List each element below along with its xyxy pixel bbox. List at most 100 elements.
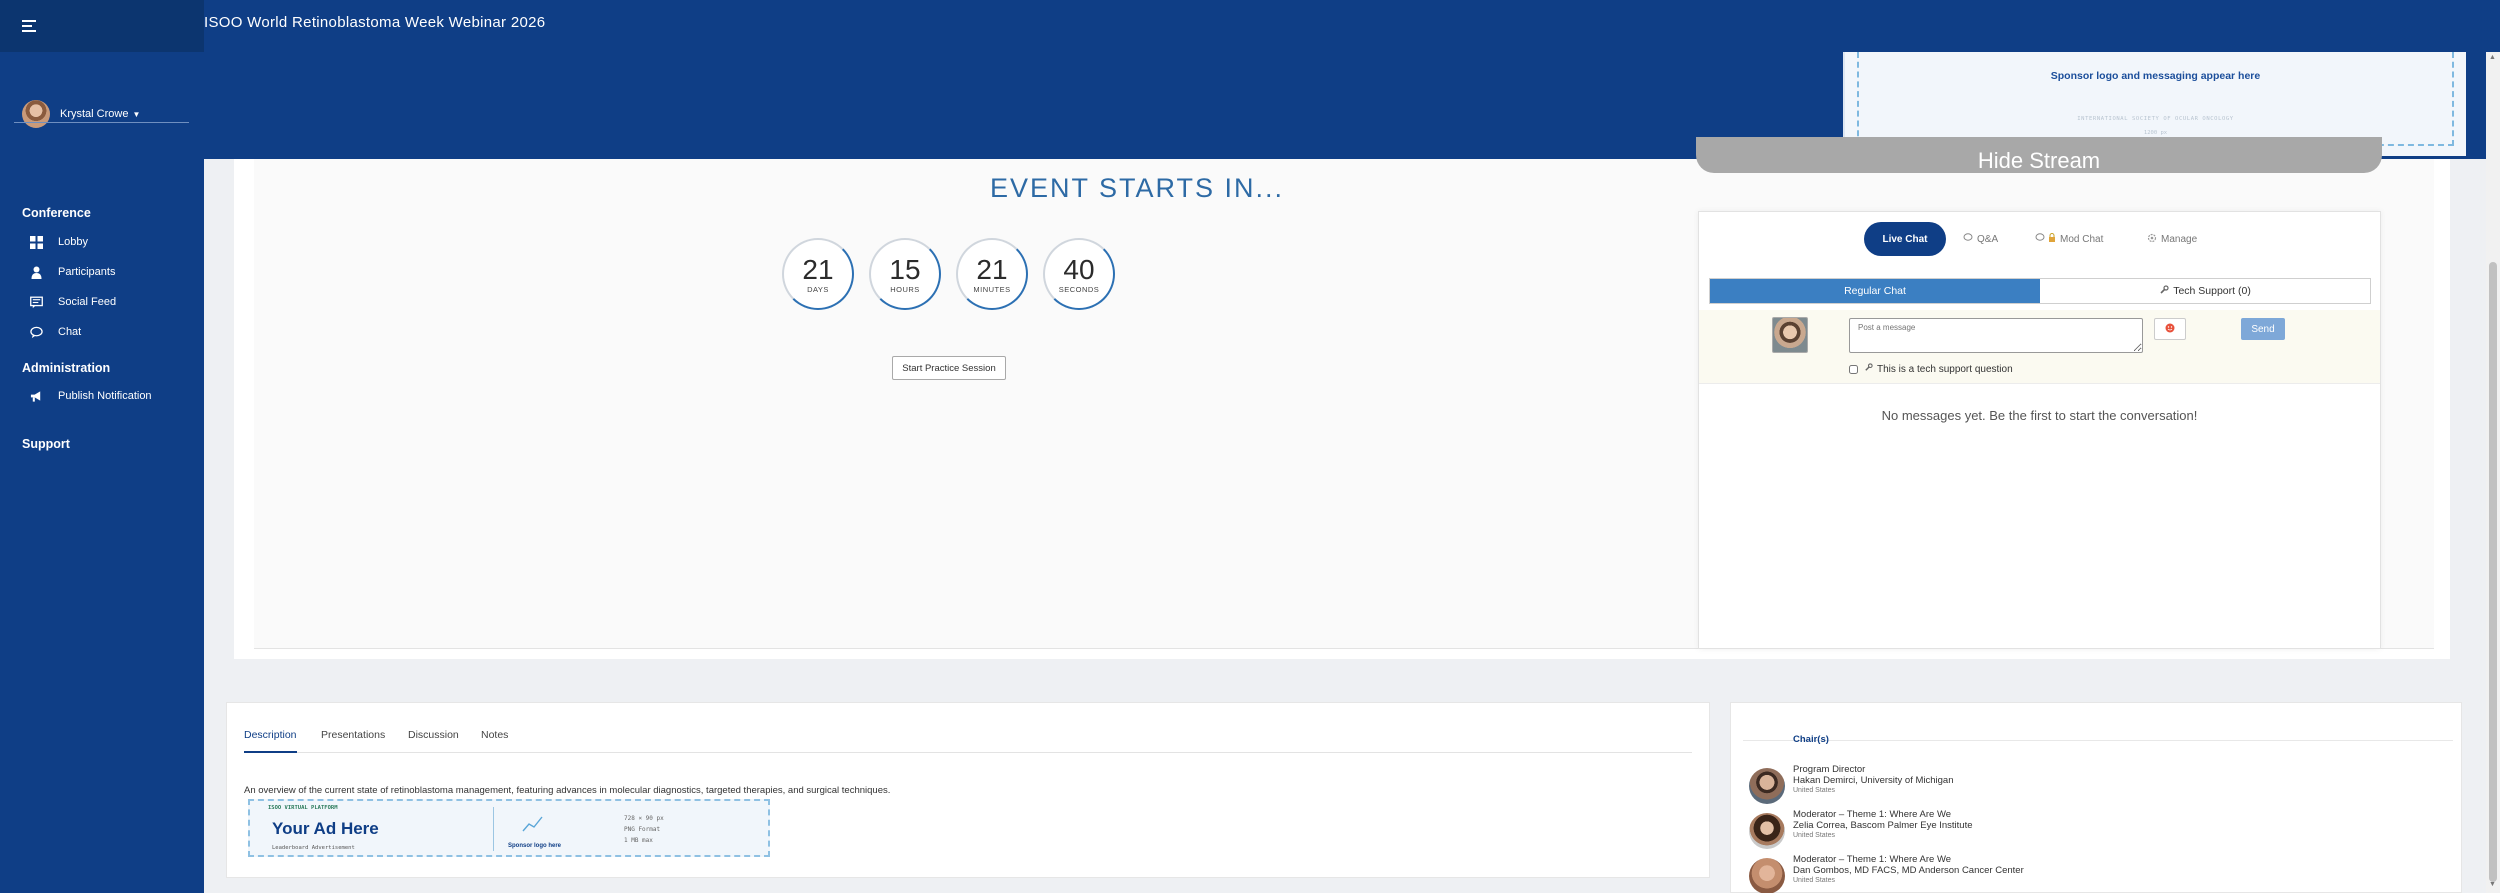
tech-support-checkbox[interactable] [1849, 364, 1858, 374]
sidebar-section-support[interactable]: Support [0, 437, 204, 451]
countdown-seconds-value: 40 [1063, 253, 1095, 285]
chat-tabs: Live Chat Q&A Mod Chat Manage [1699, 222, 2380, 256]
sidebar-item-label: Social Feed [58, 296, 117, 308]
countdown-hours-label: HOURS [890, 284, 920, 294]
sidebar-header [0, 0, 204, 52]
chevron-down-icon: ▼ [132, 109, 141, 119]
ad-sponsor-text: Sponsor logo here [508, 843, 562, 849]
ad-spec-size: 728 × 90 px [624, 815, 664, 822]
subtab-tech-support[interactable]: Tech Support (0) [2040, 279, 2370, 303]
countdown-minutes-value: 21 [976, 253, 1008, 285]
chart-icon [522, 815, 544, 838]
megaphone-icon [30, 390, 43, 403]
top-bar: ISOO World Retinoblastoma Week Webinar 2… [204, 0, 2500, 159]
session-tabs: Description Presentations Discussion Not… [244, 729, 1692, 753]
chairs-divider [1743, 740, 2453, 741]
sidebar-section-conference: Conference [22, 206, 91, 220]
person-icon [30, 266, 43, 279]
tab-discussion[interactable]: Discussion [408, 729, 459, 753]
tab-mod-chat-label: Mod Chat [2060, 233, 2104, 245]
stage: EVENT STARTS IN... 21 DAYS 15 HOURS 21 M… [234, 137, 2450, 659]
chat-subtabs: Regular Chat Tech Support (0) [1709, 278, 2371, 304]
chairs-header: Chair(s) [1793, 734, 1829, 745]
countdown-minutes-label: MINUTES [973, 284, 1011, 294]
sidebar-item-chat[interactable]: Chat [0, 317, 204, 347]
sidebar: Krystal Crowe ▼ Conference Lobby Partici… [0, 0, 204, 893]
sponsor-banner-size: 1200 px [2143, 130, 2168, 136]
sponsor-placeholder: Sponsor logo and messaging appear here I… [1857, 52, 2454, 146]
tab-mod-chat[interactable]: Mod Chat [2035, 222, 2103, 256]
grid-icon [30, 235, 43, 249]
tech-support-question-label: This is a tech support question [1877, 363, 2013, 375]
ad-divider [493, 807, 494, 851]
chair-avatar [1749, 768, 1785, 804]
scroll-up-arrow-icon[interactable]: ▲ [2489, 54, 2496, 61]
countdown-seconds-label: SECONDS [1058, 284, 1100, 294]
user-avatar [22, 100, 50, 128]
hide-stream-button[interactable]: Hide Stream [1696, 137, 2382, 173]
sponsor-banner-sub: INTERNATIONAL SOCIETY OF OCULAR ONCOLOGY [2077, 116, 2234, 122]
chair-role: Moderator – Theme 1: Where Are We [1793, 854, 1952, 865]
emoji-button[interactable] [2154, 318, 2186, 340]
chat-bubble-icon [30, 326, 43, 339]
tab-manage[interactable]: Manage [2147, 222, 2197, 256]
sidebar-item-publish-notification[interactable]: Publish Notification [0, 381, 204, 411]
tab-qa[interactable]: Q&A [1963, 222, 1998, 256]
session-details-card: Description Presentations Discussion Not… [226, 702, 1710, 878]
chair-item[interactable]: Moderator – Theme 1: Where Are We Dan Go… [1749, 854, 2449, 893]
tab-presentations[interactable]: Presentations [321, 729, 385, 753]
countdown-title: EVENT STARTS IN... [989, 173, 1285, 203]
chair-avatar [1749, 858, 1785, 893]
lock-icon [2048, 233, 2056, 245]
user-menu[interactable]: Krystal Crowe ▼ [0, 52, 204, 154]
sidebar-item-participants[interactable]: Participants [0, 257, 204, 287]
chair-role: Program Director [1793, 764, 1866, 775]
ad-subtitle: Leaderboard Advertisement [272, 845, 355, 851]
tab-manage-label: Manage [2161, 233, 2198, 245]
stage-inner: EVENT STARTS IN... 21 DAYS 15 HOURS 21 M… [254, 137, 2434, 649]
chair-item[interactable]: Moderator – Theme 1: Where Are We Zelia … [1749, 809, 2449, 849]
chat-panel: Live Chat Q&A Mod Chat Manage Regular Ch… [1698, 211, 2381, 649]
chair-country: United States [1793, 787, 1836, 794]
tech-support-question-toggle[interactable]: This is a tech support question [1849, 363, 2013, 375]
subtab-tech-support-label: Tech Support (0) [2173, 285, 2251, 297]
gear-icon [2147, 233, 2157, 246]
countdown-hours-value: 15 [889, 253, 921, 285]
tab-qa-label: Q&A [1977, 233, 1999, 245]
wrench-icon [1864, 363, 1873, 375]
tab-live-chat[interactable]: Live Chat [1864, 222, 1946, 256]
chat-compose: Send This is a tech support question [1699, 310, 2380, 384]
start-practice-session-button[interactable]: Start Practice Session [892, 356, 1006, 380]
wrench-icon [2159, 284, 2169, 298]
subtab-regular-chat[interactable]: Regular Chat [1710, 279, 2040, 303]
hamburger-menu-icon[interactable] [22, 20, 36, 32]
ad-headline: Your Ad Here [272, 819, 379, 838]
sidebar-item-lobby[interactable]: Lobby [0, 227, 204, 257]
send-button[interactable]: Send [2241, 318, 2285, 340]
session-description: An overview of the current state of reti… [244, 785, 891, 796]
ad-spec-max: 1 MB max [624, 837, 653, 844]
sidebar-item-label: Chat [58, 326, 82, 338]
chair-item[interactable]: Program Director Hakan Demirci, Universi… [1749, 764, 2449, 804]
countdown-minutes: 21 MINUTES [956, 238, 1028, 310]
chat-message-input[interactable] [1849, 318, 2143, 353]
user-divider [14, 122, 189, 123]
sidebar-item-social-feed[interactable]: Social Feed [0, 287, 204, 317]
sidebar-item-label: Participants [58, 266, 116, 278]
chair-name: Dan Gombos, MD FACS, MD Anderson Cancer … [1793, 865, 2024, 876]
sidebar-item-label: Lobby [58, 236, 88, 248]
chair-country: United States [1793, 877, 1836, 884]
tab-notes[interactable]: Notes [481, 729, 508, 753]
countdown-seconds: 40 SECONDS [1043, 238, 1115, 310]
scroll-down-arrow-icon[interactable]: ▼ [2489, 881, 2496, 888]
scrollbar-thumb[interactable] [2489, 262, 2497, 882]
chat-empty-message: No messages yet. Be the first to start t… [1881, 408, 2198, 423]
chat-bubble-icon [2035, 233, 2045, 245]
emoji-icon [2165, 320, 2175, 338]
chair-name: Zelia Correa, Bascom Palmer Eye Institut… [1793, 820, 1973, 831]
tab-description[interactable]: Description [244, 729, 297, 753]
chair-country: United States [1793, 832, 1836, 839]
leaderboard-ad-placeholder[interactable]: ISOO VIRTUAL PLATFORM Your Ad Here Leade… [248, 799, 770, 857]
sponsor-banner-text: Sponsor logo and messaging appear here [2050, 70, 2261, 82]
page-scrollbar[interactable]: ▲ ▼ [2486, 52, 2500, 893]
